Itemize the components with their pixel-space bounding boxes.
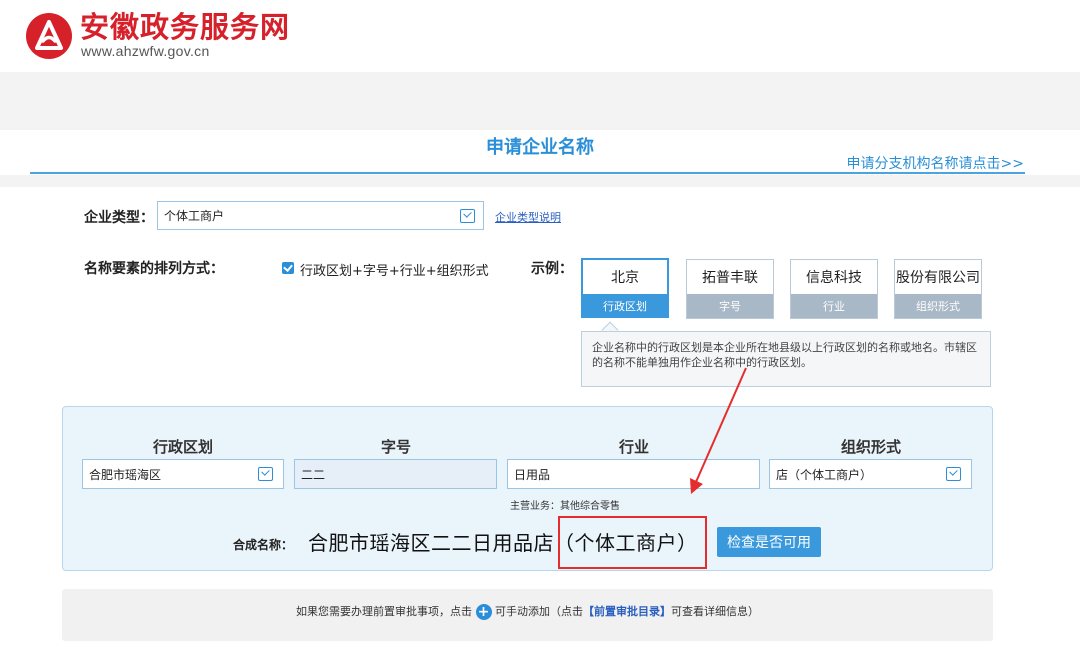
example-region-tag: 行政区划 [583,294,667,318]
enterprise-type-value: 个体工商户 [164,209,225,223]
logo-icon [26,13,72,59]
annotation-highlight-box [558,516,707,569]
prior-approval-catalog-link[interactable]: 【前置审批目录】 [583,605,671,618]
org-value: 店（个体工商户） [776,467,873,482]
example-brand[interactable]: 拓普丰联 字号 [686,259,774,319]
footer-text: 如果您需要办理前置审批事项，点击 + 可手动添加（点击【前置审批目录】可查看详细… [62,603,993,620]
industry-input[interactable]: 日用品 [507,459,760,489]
col-header-org: 组织形式 [840,438,901,456]
col-header-industry: 行业 [618,438,649,456]
region-value: 合肥市瑶海区 [89,467,162,482]
brand-input[interactable]: 二二 [294,459,497,489]
enterprise-type-select[interactable]: 个体工商户 [157,201,484,230]
brand-value: 二二 [301,467,326,482]
org-select-icon[interactable] [946,467,961,481]
industry-value: 日用品 [514,467,551,482]
example-brand-text: 拓普丰联 [702,270,758,286]
region-select[interactable]: 合肥市瑶海区 [82,459,284,489]
example-industry-text: 信息科技 [806,270,862,286]
arrangement-checkbox[interactable] [282,262,294,274]
example-org-text: 股份有限公司 [896,270,980,286]
region-select-icon[interactable] [258,467,273,481]
col-header-brand: 字号 [380,438,411,456]
arrangement-label: 名称要素的排列方式： [84,261,224,277]
add-icon[interactable]: + [475,604,492,620]
example-org[interactable]: 股份有限公司 组织形式 [894,259,982,319]
example-region-text: 北京 [611,270,639,286]
example-region[interactable]: 北京 行政区划 [581,258,669,318]
gray-strip [0,175,1080,187]
footer-text-middle: 可手动添加（点击 [495,605,583,618]
footer-text-before: 如果您需要办理前置审批事项，点击 [296,605,472,618]
example-label: 示例： [531,261,573,277]
banner-area [0,72,1080,130]
arrangement-option-label: 行政区划+字号+行业+组织形式 [300,264,489,279]
org-select[interactable]: 店（个体工商户） [769,459,972,489]
example-industry[interactable]: 信息科技 行业 [790,259,878,319]
check-availability-button[interactable]: 检查是否可用 [717,527,821,557]
example-org-tag: 组织形式 [895,294,981,318]
enterprise-type-label: 企业类型： [84,210,154,226]
example-brand-tag: 字号 [687,294,773,318]
branch-apply-link[interactable]: 申请分支机构名称请点击>> [847,153,1024,173]
region-tip: 企业名称中的行政区划是本企业所在地县级以上行政区划的名称或地名。市辖区的名称不能… [581,331,991,387]
site-url: www.ahzwfw.gov.cn [81,43,210,59]
site-header: 安徽政务服务网 www.ahzwfw.gov.cn [0,0,1080,72]
enterprise-type-help-link[interactable]: 企业类型说明 [495,209,561,225]
select-check-icon[interactable] [460,209,475,223]
title-divider [30,172,1025,174]
example-industry-tag: 行业 [791,294,877,318]
col-header-region: 行政区划 [152,438,213,456]
site-title: 安徽政务服务网 [80,10,291,44]
main-business-hint: 主营业务：其他综合零售 [510,501,620,512]
combined-name-label: 合成名称： [233,538,294,552]
footer-text-after: 可查看详细信息） [671,605,759,618]
